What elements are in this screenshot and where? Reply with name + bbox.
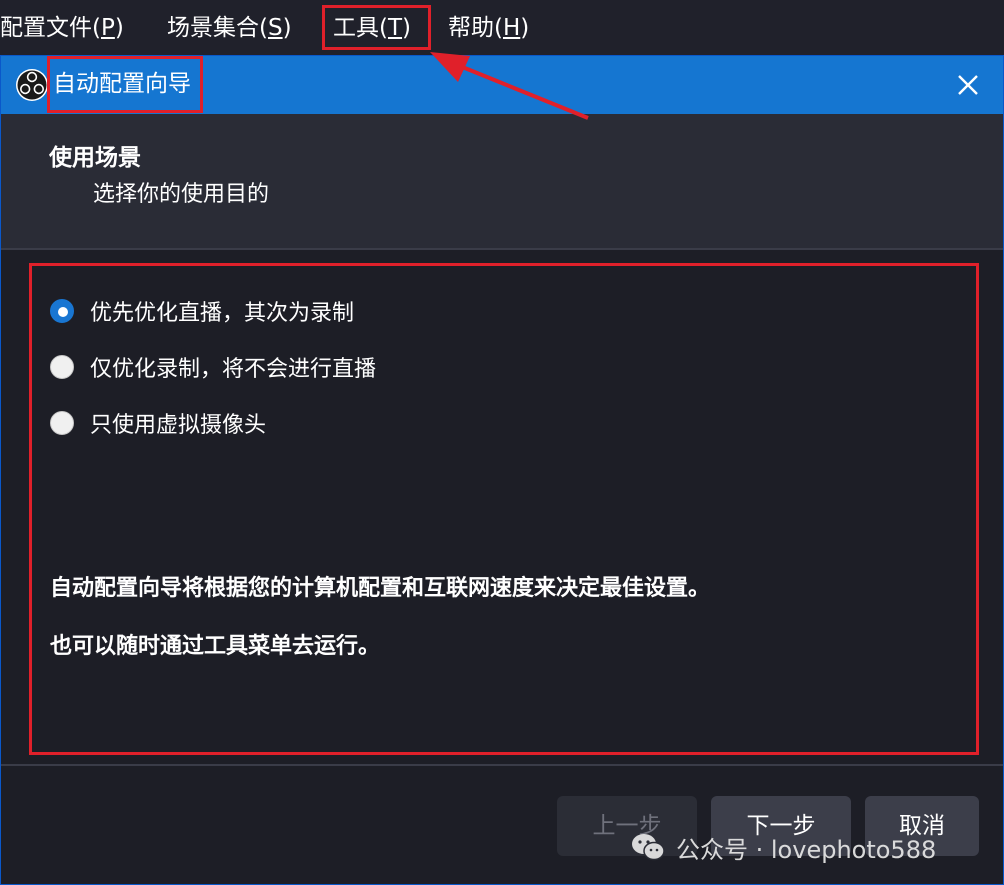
auto-config-wizard-dialog: 自动配置向导 使用场景 选择你的使用目的 优先优化直播，其次为录制 仅优化录制，… xyxy=(0,55,1004,885)
menu-tools-mnemonic: T xyxy=(387,15,403,41)
menu-help[interactable]: 帮助(H) xyxy=(448,10,529,46)
dialog-title: 自动配置向导 xyxy=(53,71,191,97)
menu-tools-suffix: ) xyxy=(402,15,412,41)
close-icon[interactable] xyxy=(951,68,985,102)
menu-profile[interactable]: 配置文件(P) xyxy=(0,10,124,46)
wizard-header: 使用场景 选择你的使用目的 xyxy=(1,114,1003,248)
menu-scene-collection-label: 场景集合( xyxy=(167,15,268,41)
page-title: 使用场景 xyxy=(49,145,141,171)
usage-options-panel: 优先优化直播，其次为录制 仅优化录制，将不会进行直播 只使用虚拟摄像头 自动配置… xyxy=(29,263,979,755)
wechat-icon xyxy=(632,834,665,861)
watermark-text: 公众号 · lovephoto588 xyxy=(676,835,937,864)
watermark: 公众号 · lovephoto588 xyxy=(630,826,936,868)
option-label: 只使用虚拟摄像头 xyxy=(90,413,267,438)
menu-profile-label: 配置文件( xyxy=(0,15,101,41)
menu-tools[interactable]: 工具(T) xyxy=(333,10,411,46)
option-recording-only[interactable]: 仅优化录制，将不会进行直播 xyxy=(50,350,376,384)
menu-scene-collection-suffix: ) xyxy=(282,15,292,41)
menu-profile-mnemonic: P xyxy=(100,15,115,41)
info-text-line-2: 也可以随时通过工具菜单去运行。 xyxy=(50,634,381,659)
radio-checked-icon[interactable] xyxy=(50,299,74,323)
menu-help-label: 帮助( xyxy=(448,15,503,41)
option-label: 仅优化录制，将不会进行直播 xyxy=(90,357,377,382)
menubar: 配置文件(P) 场景集合(S) 工具(T) 帮助(H) xyxy=(0,0,1004,55)
menu-scene-collection-mnemonic: S xyxy=(267,15,283,41)
radio-unchecked-icon[interactable] xyxy=(50,355,74,379)
footer-divider xyxy=(1,764,1003,766)
menu-tools-label: 工具( xyxy=(333,15,388,41)
menu-help-mnemonic: H xyxy=(502,15,521,41)
radio-unchecked-icon[interactable] xyxy=(50,411,74,435)
info-text-line-1: 自动配置向导将根据您的计算机配置和互联网速度来决定最佳设置。 xyxy=(50,576,711,601)
page-subtitle: 选择你的使用目的 xyxy=(93,182,270,207)
menu-profile-suffix: ) xyxy=(114,15,124,41)
obs-logo-icon xyxy=(16,69,48,101)
option-label: 优先优化直播，其次为录制 xyxy=(90,301,355,326)
header-divider xyxy=(1,248,1003,250)
menu-help-suffix: ) xyxy=(520,15,530,41)
option-streaming-first[interactable]: 优先优化直播，其次为录制 xyxy=(50,294,354,328)
option-virtual-camera[interactable]: 只使用虚拟摄像头 xyxy=(50,406,266,440)
menu-scene-collection[interactable]: 场景集合(S) xyxy=(167,10,292,46)
dialog-titlebar: 自动配置向导 xyxy=(1,56,1003,114)
